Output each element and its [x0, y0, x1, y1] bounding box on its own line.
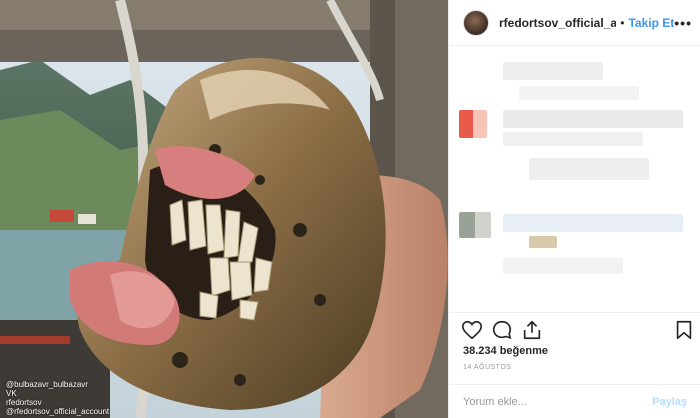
- instagram-post: @bulbazavr_bulbazavr VK rfedortsov @rfed…: [0, 0, 700, 418]
- more-options-icon[interactable]: •••: [674, 15, 692, 31]
- credit-line: @rfedortsov_official_account: [6, 407, 110, 416]
- add-comment-bar: Paylaş: [449, 384, 700, 418]
- separator-dot: •: [620, 15, 625, 30]
- blurred-comment: [519, 86, 639, 100]
- like-count[interactable]: 38.234 beğenme: [463, 345, 548, 357]
- post-date[interactable]: 14 AĞUSTOS: [463, 364, 511, 371]
- blurred-avatar: [459, 110, 487, 138]
- blurred-comment: [529, 236, 557, 248]
- heart-icon[interactable]: [461, 319, 483, 341]
- photo-credit: @bulbazavr_bulbazavr VK rfedortsov @rfed…: [6, 380, 109, 416]
- blurred-comment: [503, 258, 623, 274]
- bookmark-icon[interactable]: [673, 319, 695, 341]
- post-comment-button[interactable]: Paylaş: [652, 396, 687, 408]
- share-icon[interactable]: [521, 319, 543, 341]
- blurred-comment: [503, 132, 643, 146]
- comments-area: [449, 46, 700, 312]
- credit-line: rfedortsov: [6, 398, 42, 407]
- post-photo[interactable]: @bulbazavr_bulbazavr VK rfedortsov @rfed…: [0, 0, 448, 418]
- post-side-panel: rfedortsov_official_accou • Takip Et •••: [448, 0, 700, 418]
- follow-button[interactable]: Takip Et: [628, 16, 674, 30]
- blurred-comment: [503, 110, 683, 128]
- comment-input[interactable]: [463, 395, 653, 408]
- blurred-avatar: [459, 212, 491, 238]
- avatar[interactable]: [463, 9, 489, 36]
- credit-line: VK: [6, 389, 17, 398]
- blurred-comment: [529, 158, 649, 180]
- action-bar: [449, 312, 700, 346]
- blurred-comment: [503, 62, 603, 80]
- post-header: rfedortsov_official_accou • Takip Et •••: [449, 0, 700, 46]
- fish-head-photo: [0, 0, 448, 418]
- comment-icon[interactable]: [491, 319, 513, 341]
- username-link[interactable]: rfedortsov_official_accou: [499, 16, 616, 30]
- credit-line: @bulbazavr_bulbazavr: [6, 380, 88, 389]
- blurred-comment: [503, 214, 683, 232]
